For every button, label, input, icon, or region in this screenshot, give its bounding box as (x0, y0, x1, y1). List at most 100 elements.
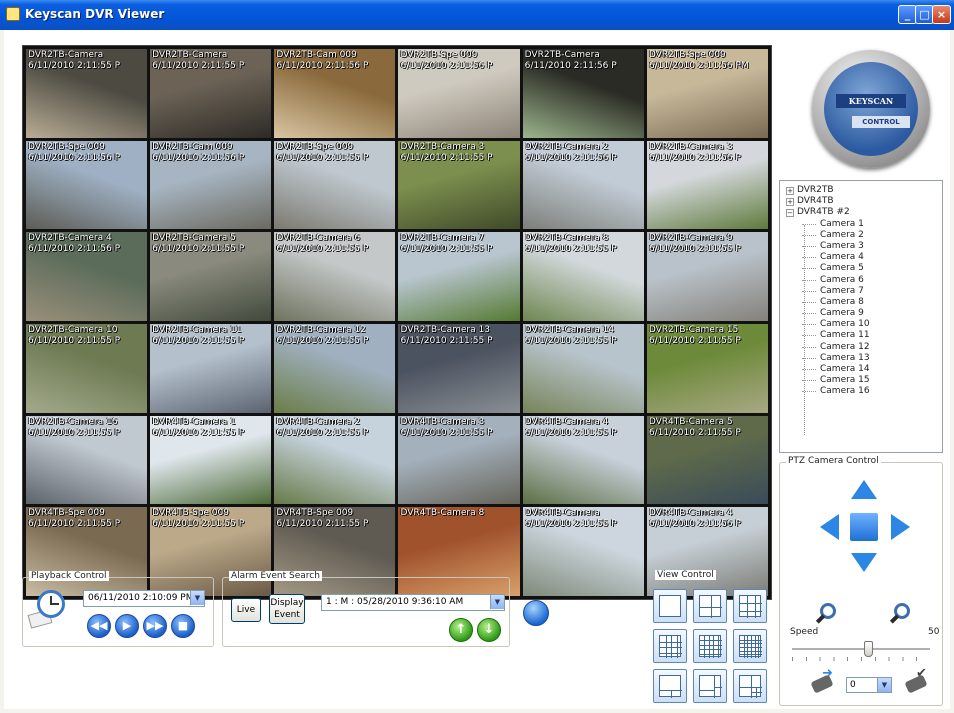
pan-down-arrow-icon[interactable] (851, 553, 877, 572)
speed-slider-thumb[interactable] (863, 641, 873, 657)
play-button[interactable]: ▶ (115, 614, 139, 638)
pan-up-arrow-icon[interactable] (851, 480, 877, 499)
live-button[interactable]: Live (231, 598, 261, 622)
tree-camera-node[interactable]: Camera 11 (782, 330, 940, 341)
camera-tile[interactable]: DVR2TB-Cam 009 6/11/2010 2:11:56 P (274, 49, 396, 138)
layout-6x6-button[interactable] (733, 629, 767, 663)
tree-camera-node[interactable]: Camera 16 (782, 386, 940, 397)
tree-camera-node[interactable]: Camera 2 (782, 230, 940, 241)
camera-tile[interactable]: DVR2TB-Camera 6/11/2010 2:11:55 P (26, 49, 148, 138)
camera-tile[interactable]: DVR2TB-Spe 009 6/11/2010 2:11:55 P (274, 140, 396, 230)
dropdown-icon[interactable]: ▼ (490, 595, 504, 609)
tree-camera-node[interactable]: Camera 14 (782, 364, 940, 375)
camera-tile[interactable]: DVR2TB-Spe 009 6/11/2010 2:11:56 P (26, 140, 148, 230)
layout-5x5-button[interactable] (693, 629, 727, 663)
layout-3x3-button[interactable] (733, 589, 767, 623)
camera-label: DVR2TB-Spe 009 6/11/2010 2:11:56 P (400, 50, 493, 71)
rewind-button[interactable]: ◀◀ (87, 614, 111, 638)
tree-root-node[interactable]: + DVR4TB (782, 196, 940, 207)
camera-tile[interactable]: DVR2TB-Camera 10 6/11/2010 2:11:55 P (26, 323, 148, 413)
camera-tile[interactable]: DVR2TB-Camera 12 6/11/2010 2:11:55 P (274, 323, 396, 413)
tree-camera-node[interactable]: Camera 4 (782, 252, 940, 263)
tree-root-node[interactable]: − DVR4TB #2 (782, 207, 940, 218)
camera-tile[interactable]: DVR2TB-Camera 9 6/11/2010 2:11:55 P (646, 232, 768, 321)
ptz-home-button[interactable] (850, 513, 878, 541)
expand-icon[interactable]: + (786, 198, 794, 207)
tree-camera-node[interactable]: Camera 6 (782, 275, 940, 286)
close-button[interactable]: × (932, 5, 951, 24)
camera-tile[interactable]: DVR4TB-Camera 5 6/11/2010 2:11:55 P (646, 415, 768, 505)
layout-grid-icon (699, 675, 722, 698)
tree-camera-node[interactable]: Camera 8 (782, 297, 940, 308)
pan-right-arrow-icon[interactable] (891, 514, 910, 540)
expand-icon[interactable]: + (786, 187, 794, 195)
camera-tile[interactable]: DVR4TB-Camera 3 6/11/2010 2:11:55 P (398, 415, 520, 505)
speed-slider-track[interactable] (792, 648, 930, 651)
camera-tile[interactable]: DVR2TB-Camera 4 6/11/2010 2:11:56 P (26, 232, 148, 321)
camera-preset-set-icon[interactable]: ➜ (810, 667, 838, 694)
tree-root-node[interactable]: + DVR2TB (782, 185, 940, 196)
layout-4x4-button[interactable] (653, 629, 687, 663)
tree-camera-node[interactable]: Camera 10 (782, 319, 940, 330)
zoom-in-icon[interactable] (814, 603, 840, 629)
camera-tile[interactable]: DVR2TB-Camera 14 6/11/2010 2:11:55 P (522, 323, 644, 413)
camera-tile[interactable]: DVR2TB-Camera 8 6/11/2010 2:11:55 P (522, 232, 644, 321)
camera-tile[interactable]: DVR2TB-Camera 6/11/2010 2:11:56 P (522, 49, 644, 138)
camera-tile[interactable]: DVR2TB-Cam 009 6/11/2010 2:11:56 P (150, 140, 272, 230)
layout-grid-icon (659, 635, 682, 658)
preset-select[interactable]: 0 ▼ (846, 677, 892, 693)
camera-tile[interactable]: DVR2TB-Camera 15 6/11/2010 2:11:55 P (646, 323, 768, 413)
camera-tile[interactable]: DVR2TB-Camera 5 6/11/2010 2:11:55 P (150, 232, 272, 321)
tree-camera-node[interactable]: Camera 3 (782, 241, 940, 252)
camera-preset-go-icon[interactable]: ✔ (904, 667, 932, 694)
dropdown-icon[interactable]: ▼ (190, 591, 204, 605)
layout-2x2-button[interactable] (693, 589, 727, 623)
tree-camera-node[interactable]: Camera 12 (782, 342, 940, 353)
previous-event-button[interactable]: ↑ (449, 618, 473, 642)
camera-tile[interactable]: DVR2TB-Spe 009 6/11/2010 2:11:56 PM (646, 49, 768, 138)
camera-tile[interactable]: DVR2TB-Camera 11 6/11/2010 2:11:55 P (150, 323, 272, 413)
layout-1+5-button[interactable] (653, 669, 687, 703)
tree-camera-node[interactable]: Camera 7 (782, 286, 940, 297)
title-bar[interactable]: Keyscan DVR Viewer _ □ × (0, 0, 954, 30)
camera-tile[interactable]: DVR4TB-Camera 4 6/11/2010 2:11:55 P (522, 415, 644, 505)
camera-tile[interactable]: DVR4TB-Camera 2 6/11/2010 2:11:55 P (274, 415, 396, 505)
view-control-group: View Control (647, 570, 775, 705)
camera-label: DVR2TB-Camera 4 6/11/2010 2:11:56 P (28, 233, 120, 255)
expand-icon[interactable]: − (786, 209, 794, 218)
status-orb-icon[interactable] (523, 600, 549, 626)
dropdown-icon[interactable]: ▼ (877, 678, 891, 692)
fast-forward-button[interactable]: ▶▶ (143, 614, 167, 638)
playback-control-group: Playback Control 06/11/2010 2:10:09 PM ▼… (22, 571, 214, 647)
pan-left-arrow-icon[interactable] (820, 514, 839, 540)
camera-tile[interactable]: DVR2TB-Camera 16 6/11/2010 2:11:55 P (26, 415, 148, 505)
dvr-tree[interactable]: + DVR2TB + DVR4TB − DVR4TB #2 Camera 1 Camera 2… (779, 180, 943, 453)
camera-tile[interactable]: DVR2TB-Camera 3 6/11/2010 2:11:55 P (398, 140, 520, 230)
stop-button[interactable]: ■ (171, 614, 195, 638)
camera-tile[interactable]: DVR2TB-Spe 009 6/11/2010 2:11:56 P (398, 49, 520, 138)
layout-1x1-button[interactable] (653, 589, 687, 623)
tree-camera-node[interactable]: Camera 1 (782, 219, 940, 230)
next-event-button[interactable]: ↓ (477, 618, 501, 642)
layout-1+12-button[interactable] (733, 669, 767, 703)
tree-camera-node[interactable]: Camera 13 (782, 353, 940, 364)
camera-tile[interactable]: DVR4TB-Camera 6/11/2010 2:11:55 P (522, 507, 644, 596)
tree-camera-node[interactable]: Camera 15 (782, 375, 940, 386)
zoom-out-icon[interactable] (888, 603, 914, 629)
camera-tile[interactable]: DVR2TB-Camera 2 6/11/2010 2:11:56 P (522, 140, 644, 230)
camera-label: DVR4TB-Camera 4 6/11/2010 2:11:55 P (524, 416, 617, 438)
camera-label: DVR2TB-Camera 5 6/11/2010 2:11:55 P (152, 233, 245, 255)
camera-tile[interactable]: DVR4TB-Camera 1 6/11/2010 2:11:55 P (150, 415, 272, 505)
layout-1+7-button[interactable] (693, 669, 727, 703)
tree-camera-node[interactable]: Camera 5 (782, 263, 940, 274)
camera-tile[interactable]: DVR2TB-Camera 6 6/11/2010 2:11:55 P (274, 232, 396, 321)
camera-tile[interactable]: DVR2TB-Camera 13 6/11/2010 2:11:55 P (398, 323, 520, 413)
camera-tile[interactable]: DVR2TB-Camera 7 6/11/2010 2:11:55 P (398, 232, 520, 321)
camera-tile[interactable]: DVR2TB-Camera 3 6/11/2010 2:11:56 P (646, 140, 768, 230)
playback-datetime-picker[interactable]: 06/11/2010 2:10:09 PM ▼ (83, 590, 205, 607)
display-event-button[interactable]: Display Event (269, 594, 305, 624)
tree-camera-node[interactable]: Camera 9 (782, 308, 940, 319)
camera-tile[interactable]: DVR2TB-Camera 6/11/2010 2:11:55 P (150, 49, 272, 138)
camera-label: DVR2TB-Camera 6/11/2010 2:11:55 P (152, 50, 245, 71)
alarm-event-select[interactable]: 1 : M : 05/28/2010 9:36:10 AM ▼ (321, 594, 505, 611)
